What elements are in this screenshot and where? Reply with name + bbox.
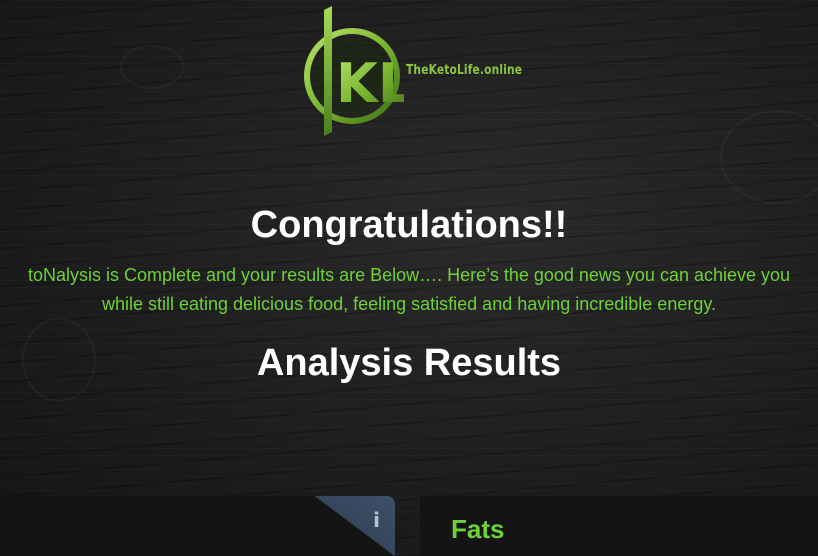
results-message-line2: while still eating delicious food, feeli…	[101, 294, 717, 314]
logo-k-letter: KL	[336, 52, 404, 115]
results-cards: ries i Fats	[0, 496, 818, 556]
info-corner-tab[interactable]: i	[315, 496, 395, 556]
calories-card: ries i	[0, 496, 395, 556]
info-icon[interactable]: i	[373, 510, 380, 530]
fats-card: Fats	[420, 496, 818, 556]
kl-logo-icon: KL	[304, 6, 404, 136]
results-message: toNalysis is Complete and your results a…	[0, 261, 818, 319]
page-background: KL TheKetoLife.online Congratulations!! …	[0, 0, 818, 556]
fats-card-label: Fats	[451, 514, 505, 544]
wood-knot	[120, 45, 184, 89]
analysis-results-heading: Analysis Results	[256, 342, 562, 384]
results-message-line1: toNalysis is Complete and your results a…	[27, 265, 791, 285]
wood-knot	[720, 110, 818, 204]
site-logo[interactable]: KL TheKetoLife.online	[300, 6, 530, 138]
congratulations-heading: Congratulations!!	[250, 204, 568, 246]
logo-wordmark: TheKetoLife.online	[406, 63, 523, 78]
